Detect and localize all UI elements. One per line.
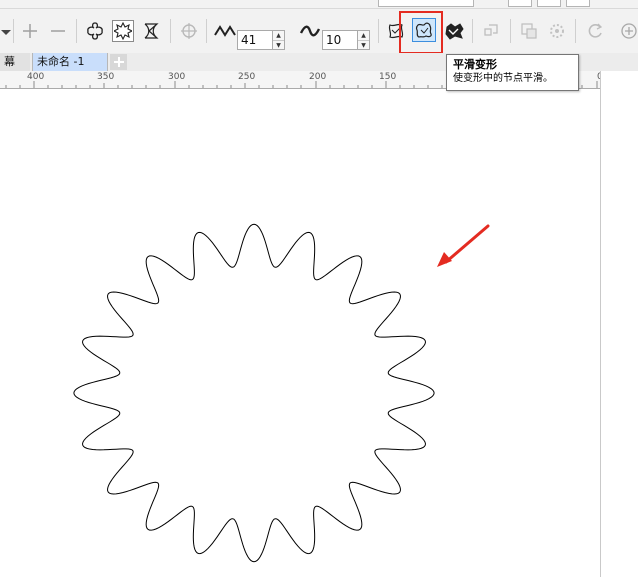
push-pull-distortion-icon[interactable] <box>84 20 106 42</box>
upper-toolbar-button[interactable] <box>537 0 561 7</box>
ruler-label: 150 <box>379 72 397 82</box>
tab-label: 未命名 -1 <box>37 55 85 68</box>
drawing-canvas[interactable] <box>0 89 600 577</box>
tooltip-title: 平滑变形 <box>453 58 497 71</box>
ruler-label: 200 <box>309 72 327 82</box>
ruler-label: 400 <box>27 72 45 82</box>
upper-toolbar-button[interactable] <box>566 0 590 7</box>
twister-distortion-icon[interactable] <box>140 20 162 42</box>
copy-distortion-icon[interactable] <box>480 20 502 42</box>
frequency-icon <box>299 20 321 42</box>
center-distortion-icon[interactable] <box>178 20 200 42</box>
tooltip-description: 使变形中的节点平滑。 <box>453 73 553 84</box>
distortion-property-bar: 41 ▲ ▼ 10 ▲ ▼ <box>0 9 638 54</box>
tab-welcome[interactable]: 幕 <box>0 53 30 71</box>
frequency-input[interactable]: 10 <box>322 30 358 50</box>
clear-distortion-icon[interactable] <box>518 20 540 42</box>
amplitude-input[interactable]: 41 <box>237 30 273 50</box>
amplitude-stepper[interactable]: ▲ ▼ <box>273 30 285 50</box>
remove-node-icon[interactable] <box>47 20 69 42</box>
ruler-label: 250 <box>238 72 256 82</box>
upper-toolbar-button[interactable] <box>508 0 532 7</box>
annotation-highlight-box <box>399 11 443 54</box>
frequency-stepper[interactable]: ▲ ▼ <box>358 30 370 50</box>
right-docker-edge <box>600 71 638 577</box>
convert-to-curves-icon[interactable] <box>546 20 568 42</box>
dropdown-arrow-icon[interactable] <box>0 21 12 43</box>
ruler-label: 350 <box>97 72 115 82</box>
refresh-icon[interactable] <box>584 20 606 42</box>
tooltip: 平滑变形 使变形中的节点平滑。 <box>446 54 579 91</box>
local-distortion-icon[interactable] <box>443 20 465 42</box>
tab-untitled-1[interactable]: 未命名 -1 <box>32 53 108 71</box>
tab-label: 幕 <box>4 55 15 68</box>
zipper-distortion-icon[interactable] <box>112 20 134 42</box>
add-node-icon[interactable] <box>19 20 41 42</box>
ruler-label: 300 <box>168 72 186 82</box>
amplitude-icon <box>214 20 236 42</box>
add-tab-icon[interactable] <box>110 54 127 70</box>
upper-toolbar-strip <box>0 0 638 9</box>
zigzag-star-shape[interactable] <box>73 223 435 563</box>
annotation-arrow-icon <box>437 224 490 267</box>
add-circle-icon[interactable] <box>616 20 638 42</box>
upper-toolbar-field[interactable] <box>378 0 474 7</box>
